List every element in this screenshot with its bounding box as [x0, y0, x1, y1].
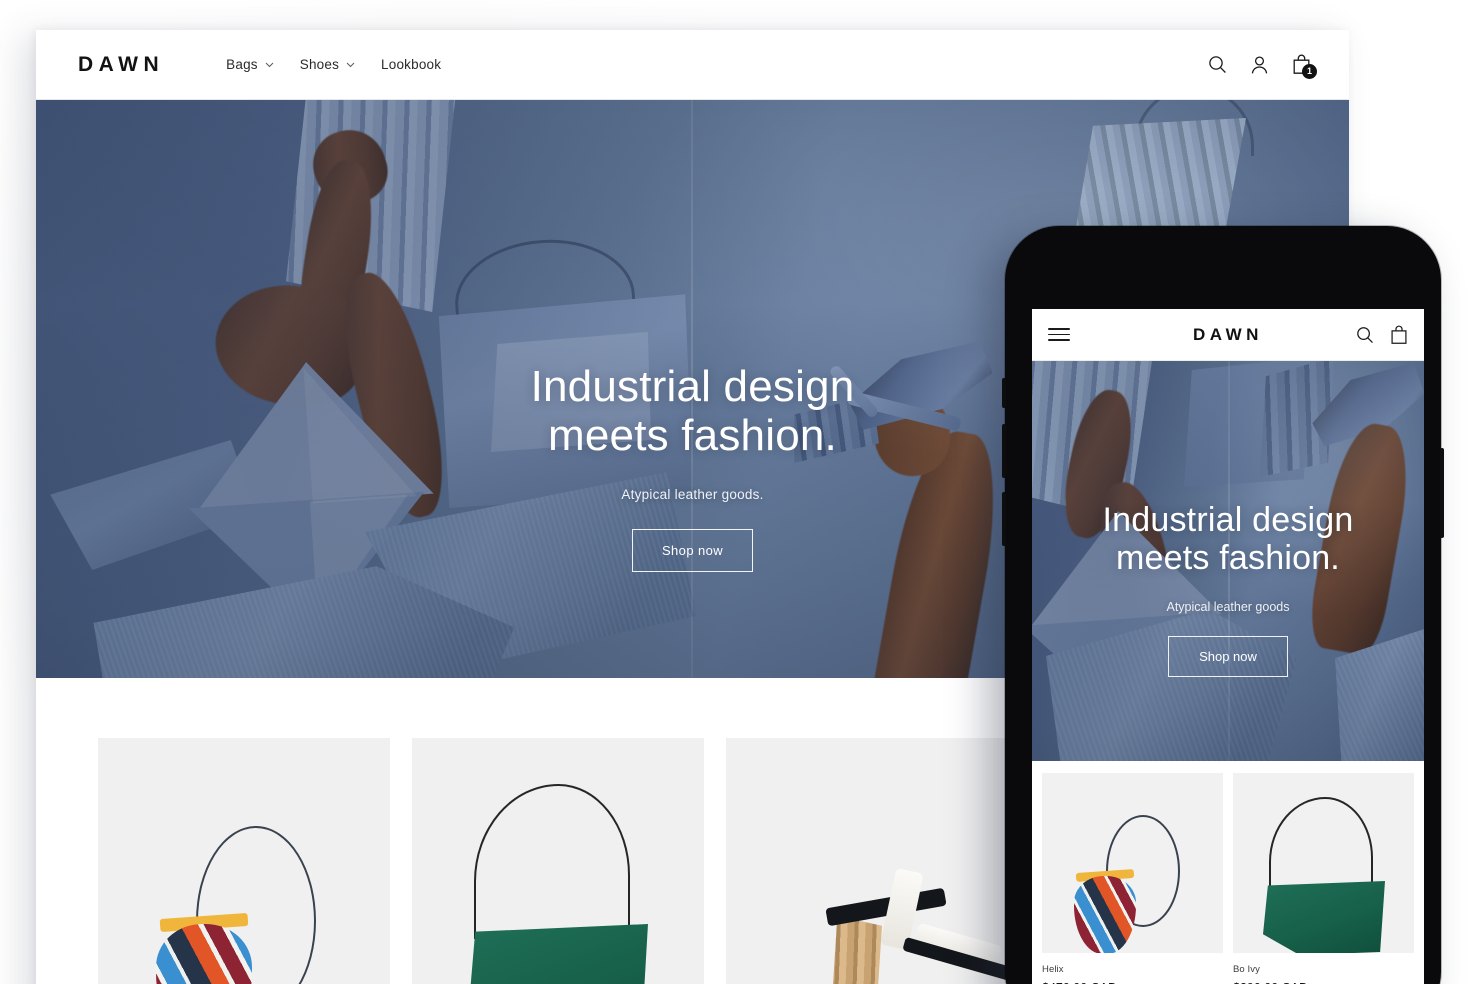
chevron-down-icon [265, 62, 274, 67]
product-card[interactable]: Bo Ivy $390.00 CAD [1233, 773, 1414, 984]
hero-shop-now-button[interactable]: Shop now [631, 528, 754, 572]
nav-item-shoes[interactable]: Shoes [300, 57, 355, 72]
product-image-sandal [726, 738, 1018, 984]
mobile-hero-heading-line-2: meets fashion. [1116, 539, 1340, 578]
burger-line [1048, 333, 1070, 336]
mobile-header-actions [1356, 325, 1408, 345]
bag-strap [474, 784, 630, 939]
nav-item-label: Bags [226, 57, 258, 72]
mobile-hero-heading-line-1: Industrial design [1102, 501, 1354, 539]
account-button[interactable] [1250, 55, 1269, 75]
cart-button[interactable]: 1 [1292, 54, 1317, 79]
nav-item-label: Shoes [299, 57, 340, 72]
mobile-hero-banner: Industrial design meets fashion. Atypica… [1032, 361, 1424, 761]
phone-volume-down-button[interactable] [1002, 492, 1006, 546]
burger-line [1048, 328, 1070, 330]
mobile-hero-copy: Industrial design meets fashion. Atypica… [1032, 501, 1424, 677]
search-icon [1357, 326, 1373, 343]
bag-body [1074, 876, 1136, 953]
mobile-hero-shop-now-button[interactable]: Shop now [1168, 635, 1288, 677]
product-image-green-bag [1233, 773, 1414, 953]
bag-strap [1269, 797, 1373, 895]
nav-item-lookbook[interactable]: Lookbook [381, 57, 441, 72]
mobile-header: DAWN [1032, 309, 1424, 361]
screenshot-stage: DAWN Bags Shoes Lookbook 1 Industrial de… [0, 0, 1474, 984]
burger-line [1048, 339, 1070, 341]
bag-body [1263, 881, 1385, 953]
mobile-hero-subheading: Atypical leather goods [1166, 599, 1290, 614]
cart-count-badge: 1 [1302, 64, 1317, 79]
search-button[interactable] [1356, 326, 1374, 344]
search-button[interactable] [1208, 55, 1227, 74]
cart-button[interactable] [1390, 325, 1408, 345]
phone-mute-switch[interactable] [1002, 378, 1006, 408]
mobile-device-mockup: DAWN Industrial design meets fashion. At… [1002, 226, 1444, 984]
product-card[interactable] [98, 738, 390, 984]
product-image-striped-bag [1042, 773, 1223, 953]
product-image-green-bag [412, 738, 704, 984]
product-card[interactable] [412, 738, 704, 984]
product-title[interactable]: Helix [1042, 964, 1223, 975]
chevron-down-icon [346, 62, 355, 67]
desktop-main-nav: Bags Shoes Lookbook [226, 57, 441, 72]
desktop-header: DAWN Bags Shoes Lookbook 1 [36, 30, 1349, 100]
search-icon [1209, 56, 1226, 73]
product-card[interactable]: Helix $470.00 CAD [1042, 773, 1223, 984]
hamburger-menu-icon[interactable] [1048, 328, 1070, 341]
cart-icon [1391, 325, 1407, 344]
phone-volume-up-button[interactable] [1002, 424, 1006, 478]
product-card[interactable] [726, 738, 1018, 984]
sandal-heel-block [830, 916, 882, 984]
nav-item-bags[interactable]: Bags [226, 57, 274, 72]
product-image-striped-bag [98, 738, 390, 984]
bag-body [468, 924, 648, 984]
desktop-header-actions: 1 [1208, 54, 1317, 79]
account-icon [1251, 55, 1268, 74]
mobile-hero-heading: Industrial design meets fashion. [1032, 501, 1424, 578]
nav-item-label: Lookbook [381, 57, 442, 72]
mobile-product-grid: Helix $470.00 CAD Bo Ivy $390.00 CAD [1032, 761, 1424, 984]
mobile-storefront-screen: DAWN Industrial design meets fashion. At… [1032, 309, 1424, 984]
product-title[interactable]: Bo Ivy [1233, 964, 1414, 975]
phone-power-button[interactable] [1440, 448, 1444, 538]
desktop-logo[interactable]: DAWN [78, 53, 164, 77]
